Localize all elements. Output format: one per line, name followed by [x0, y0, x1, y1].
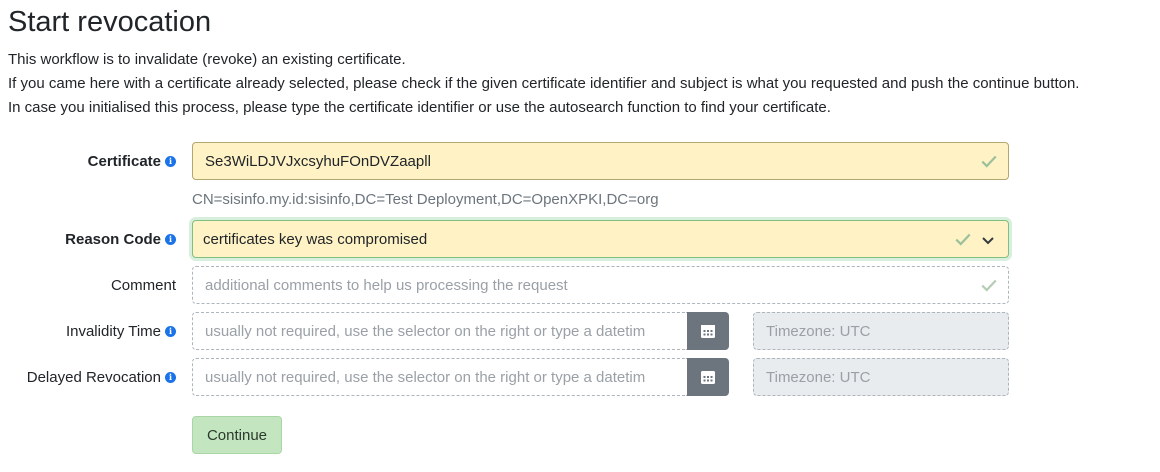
delayed-revocation-calendar-button[interactable] [687, 358, 729, 396]
check-icon [980, 152, 998, 170]
comment-label: Comment [111, 266, 176, 304]
invalidity-time-input[interactable]: usually not required, use the selector o… [192, 312, 687, 350]
check-icon [980, 276, 998, 294]
info-icon[interactable]: i [165, 233, 176, 245]
delayed-revocation-row: Delayed Revocation i usually not require… [0, 358, 1160, 396]
comment-label-text: Comment [110, 276, 176, 294]
check-icon [954, 230, 972, 248]
chevron-down-icon[interactable] [980, 232, 996, 248]
intro-line: In case you initialised this process, pl… [8, 99, 831, 116]
page-title: Start revocation [8, 6, 212, 38]
intro-line: If you came here with a certificate alre… [8, 75, 1080, 92]
reason-code-value: certificates key was compromised [203, 230, 428, 248]
certificate-label-text: Certificate [87, 152, 161, 170]
info-icon[interactable]: i [165, 325, 176, 337]
info-icon[interactable]: i [165, 155, 176, 167]
certificate-value: Se3WiLDJVJxcsyhuFOnDVZaapll [205, 152, 431, 170]
invalidity-time-placeholder: usually not required, use the selector o… [205, 322, 646, 340]
reason-code-label: Reason Code i [65, 220, 176, 258]
comment-row: Comment additional comments to help us p… [0, 266, 1160, 304]
calendar-icon [701, 371, 715, 384]
delayed-revocation-placeholder: usually not required, use the selector o… [205, 368, 646, 386]
certificate-input[interactable]: Se3WiLDJVJxcsyhuFOnDVZaapll [192, 142, 1009, 180]
comment-input[interactable]: additional comments to help us processin… [192, 266, 1009, 304]
invalidity-timezone-field: Timezone: UTC [753, 312, 1009, 350]
invalidity-time-row: Invalidity Time i usually not required, … [0, 312, 1160, 350]
delayed-revocation-timezone-field: Timezone: UTC [753, 358, 1009, 396]
invalidity-time-label: Invalidity Time i [66, 312, 176, 350]
calendar-icon [701, 325, 715, 338]
intro-text: This workflow is to invalidate (revoke) … [8, 48, 1158, 120]
certificate-label: Certificate i [88, 142, 176, 180]
invalidity-time-calendar-button[interactable] [687, 312, 729, 350]
delayed-revocation-label-text: Delayed Revocation [26, 368, 161, 386]
revocation-page: Start revocation This workflow is to inv… [0, 0, 1160, 472]
delayed-revocation-label: Delayed Revocation i [27, 358, 176, 396]
continue-button[interactable]: Continue [192, 416, 282, 454]
delayed-revocation-input[interactable]: usually not required, use the selector o… [192, 358, 687, 396]
certificate-row: Certificate i Se3WiLDJVJxcsyhuFOnDVZaapl… [0, 142, 1160, 180]
invalidity-time-label-text: Invalidity Time [65, 322, 161, 340]
reason-code-row: Reason Code i certificates key was compr… [0, 220, 1160, 258]
certificate-subject: CN=sisinfo.my.id:sisinfo,DC=Test Deploym… [192, 191, 659, 208]
comment-placeholder: additional comments to help us processin… [205, 276, 568, 294]
intro-line: This workflow is to invalidate (revoke) … [8, 51, 406, 68]
reason-code-select[interactable]: certificates key was compromised [192, 220, 1009, 258]
info-icon[interactable]: i [165, 371, 176, 383]
reason-code-label-text: Reason Code [65, 230, 161, 248]
